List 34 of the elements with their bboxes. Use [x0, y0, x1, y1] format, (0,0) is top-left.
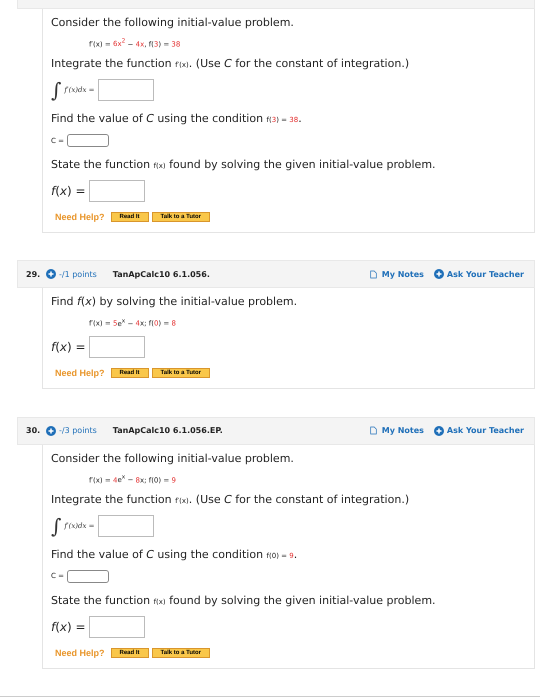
- answer-field[interactable]: [88, 180, 145, 202]
- plus-icon[interactable]: [46, 269, 56, 280]
- question-number: 30.: [26, 426, 42, 436]
- question-number: 29.: [26, 270, 42, 279]
- my-notes-link[interactable]: My Notes: [382, 426, 424, 436]
- plus-icon[interactable]: [46, 426, 56, 436]
- ask-teacher-link[interactable]: Ask Your Teacher: [446, 270, 524, 279]
- problem-code: TanApCalc10 6.1.056.EP.: [112, 426, 223, 436]
- problem-code: TanApCalc10 6.1.056.: [112, 270, 210, 279]
- my-notes-link[interactable]: My Notes: [382, 270, 424, 279]
- note-icon[interactable]: [370, 426, 377, 436]
- answer-field[interactable]: [98, 514, 154, 537]
- answer-field[interactable]: [66, 134, 109, 148]
- plus-icon[interactable]: [434, 269, 444, 280]
- answer-label: f(x) =: [51, 340, 86, 354]
- answer-field[interactable]: [66, 570, 109, 583]
- points-label: -/3 points: [59, 426, 97, 436]
- points-label: -/1 points: [59, 270, 97, 279]
- note-icon[interactable]: [370, 270, 377, 279]
- plus-icon[interactable]: [434, 426, 444, 436]
- question-text: Find f(x) by solving the initial-value problem.: [51, 294, 298, 310]
- integral-sign: ∫: [51, 79, 62, 102]
- ask-teacher-link[interactable]: Ask Your Teacher: [446, 426, 524, 436]
- integral-sign: ∫: [51, 514, 62, 537]
- answer-field[interactable]: [88, 336, 145, 358]
- answer-label: f(x) =: [51, 184, 86, 198]
- need-help-label: Need Help?: [55, 368, 105, 378]
- need-help-label: Need Help?: [55, 648, 105, 658]
- question-text: Consider the following initial-value problem.: [51, 15, 295, 30]
- answer-field[interactable]: [88, 616, 145, 638]
- answer-label: f(x) =: [51, 620, 86, 634]
- need-help-label: Need Help?: [55, 212, 105, 222]
- answer-field[interactable]: [98, 79, 154, 102]
- question-text: Consider the following initial-value problem.: [51, 450, 295, 466]
